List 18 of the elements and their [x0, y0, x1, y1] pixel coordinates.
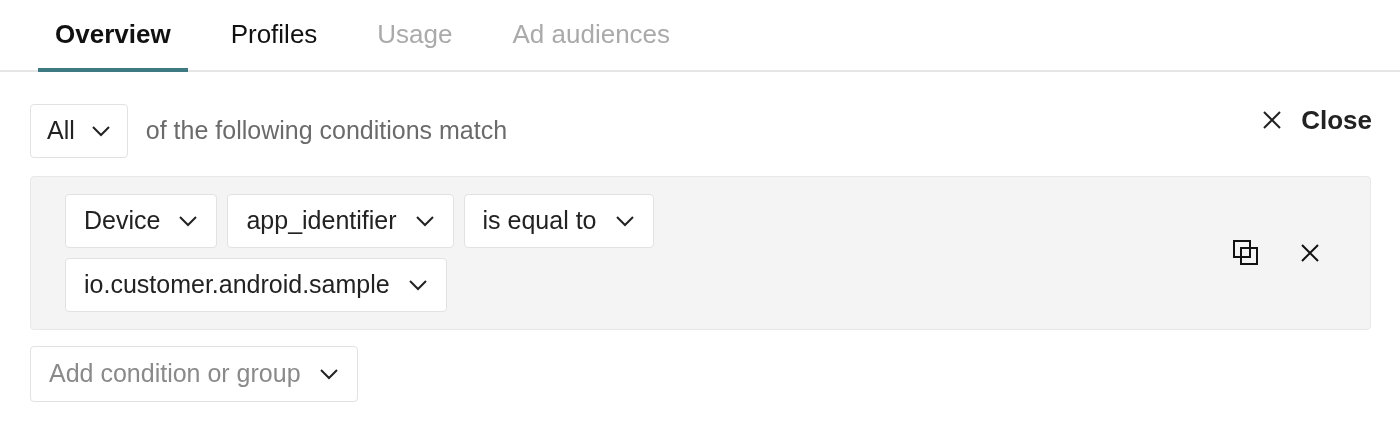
tab[interactable]: Profiles — [213, 0, 335, 72]
chevron-icon — [407, 279, 428, 291]
condition-dropdown[interactable]: io.customer.android.sample — [65, 258, 447, 312]
chevron-icon — [614, 215, 635, 227]
chevron-icon — [178, 215, 199, 227]
tab[interactable]: Overview — [38, 0, 188, 72]
chevron-icon — [318, 368, 339, 380]
close-button[interactable]: Close — [1263, 100, 1372, 140]
condition-dropdown[interactable]: is equal to — [463, 194, 654, 248]
chevron-icon — [414, 215, 435, 227]
chevron-icon — [90, 125, 111, 137]
remove-icon[interactable] — [1300, 243, 1320, 263]
duplicate-icon[interactable] — [1232, 239, 1260, 267]
close-icon — [1263, 111, 1282, 129]
match-text: of the following conditions match — [145, 115, 508, 147]
condition-dropdown[interactable]: app_identifier — [227, 194, 454, 248]
match-dropdown[interactable]: All — [30, 104, 128, 158]
condition-dropdown[interactable]: Device — [65, 194, 218, 248]
